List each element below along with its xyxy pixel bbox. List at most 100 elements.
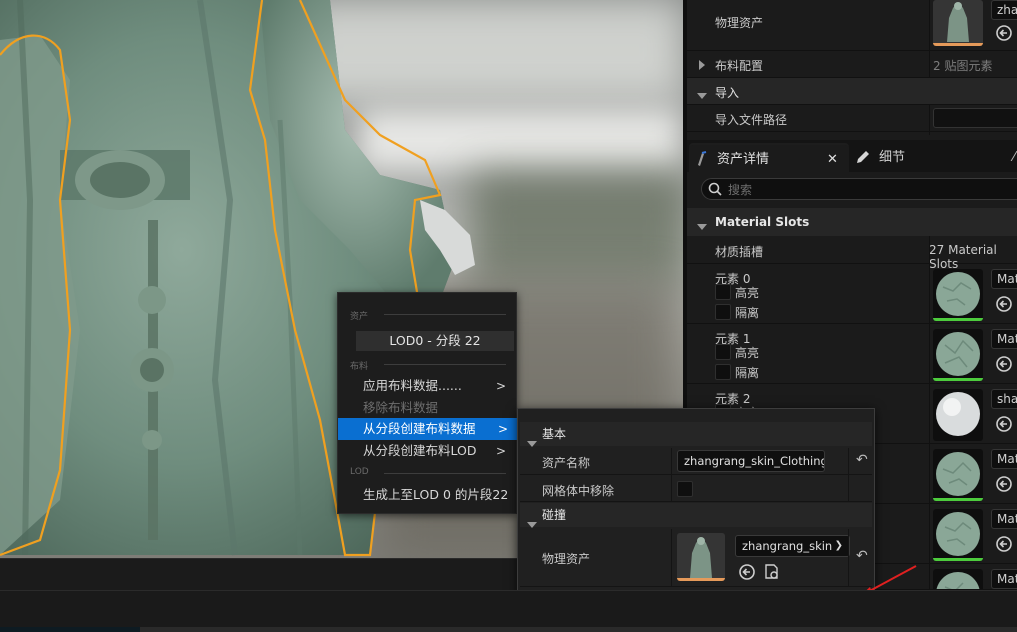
- physics-asset-name-field[interactable]: zhai: [991, 0, 1017, 20]
- material-name-field[interactable]: Mate: [991, 329, 1017, 349]
- physics-asset-thumbnail[interactable]: [677, 533, 725, 581]
- material-sphere-icon: [936, 512, 980, 556]
- menu-item-remove-cloth-data: 移除布料数据: [338, 397, 516, 419]
- use-selected-arrow-icon[interactable]: [995, 475, 1013, 493]
- browse-to-asset-icon[interactable]: [763, 563, 781, 581]
- tab-asset-details[interactable]: 资产详情 ✕: [689, 143, 849, 172]
- physics-asset-row: 物理资产 zhangrang_skin ❯ ↶: [520, 529, 872, 587]
- material-name-field[interactable]: Mate: [991, 269, 1017, 289]
- material-name-field[interactable]: Mate: [991, 449, 1017, 469]
- use-selected-arrow-icon[interactable]: [995, 295, 1013, 313]
- isolate-label: 隔离: [735, 366, 760, 380]
- material-thumbnail[interactable]: [933, 449, 983, 501]
- reset-to-default-icon[interactable]: ↶: [856, 548, 868, 564]
- column-divider: [848, 448, 849, 475]
- lod-section-title: LOD0 - 分段 22: [356, 331, 514, 351]
- import-path-field[interactable]: [933, 108, 1017, 128]
- character-thumbnail-icon: [677, 533, 725, 578]
- isolate-checkbox[interactable]: [715, 304, 731, 320]
- physics-asset-thumbnail[interactable]: [933, 0, 983, 46]
- highlight-label: 高亮: [735, 286, 760, 300]
- highlight-checkbox[interactable]: [715, 284, 731, 300]
- physics-asset-dropdown[interactable]: zhangrang_skin ❯: [735, 535, 850, 557]
- use-selected-arrow-icon[interactable]: [995, 415, 1013, 433]
- material-sphere-icon: [936, 272, 980, 316]
- material-thumbnail[interactable]: [933, 509, 983, 561]
- highlight-checkbox[interactable]: [715, 344, 731, 360]
- asset-details-icon: [698, 151, 707, 166]
- material-slot-element-1: 元素 1 高亮 隔离 Mate: [687, 324, 1017, 384]
- import-section-header[interactable]: 导入: [687, 78, 1017, 105]
- basic-section-title: 基本: [542, 427, 567, 441]
- material-thumbnail[interactable]: [933, 269, 983, 321]
- tab-menu-icon[interactable]: ⁄: [1013, 143, 1015, 172]
- bottom-strip: [0, 627, 1017, 632]
- use-selected-arrow-icon[interactable]: [738, 563, 756, 581]
- menu-item-generate-lod[interactable]: 生成上至LOD 0 的片段22: [338, 484, 516, 506]
- physics-asset-row: 物理资产 zhai: [687, 0, 1017, 51]
- collapse-arrow-icon[interactable]: [697, 219, 707, 233]
- material-slots-row: 材质插槽 27 Material Slots: [687, 236, 1017, 271]
- expand-arrow-icon[interactable]: [699, 59, 705, 73]
- cloth-config-row[interactable]: 布料配置 2 贴图元素: [687, 51, 1017, 78]
- menu-item-label: 从分段创建布料LOD: [363, 443, 477, 458]
- asset-name-label: 资产名称: [542, 456, 591, 470]
- submenu-arrow-icon: >: [495, 379, 506, 393]
- material-thumbnail[interactable]: [933, 389, 983, 441]
- highlight-label: 高亮: [735, 346, 760, 360]
- menu-item-apply-cloth-data[interactable]: 应用布料数据...... >: [338, 375, 516, 397]
- pencil-icon: [857, 151, 869, 163]
- material-thumbnail[interactable]: [933, 569, 983, 589]
- material-sphere-icon: [936, 572, 980, 589]
- remove-from-mesh-checkbox[interactable]: [677, 481, 693, 497]
- use-selected-arrow-icon[interactable]: [995, 24, 1013, 42]
- asset-name-row: 资产名称 zhangrang_skin_Clothing ↶: [520, 448, 872, 475]
- material-name-field[interactable]: shad: [991, 389, 1017, 409]
- physics-asset-value: zhangrang_skin: [742, 539, 833, 553]
- character-thumbnail-icon: [933, 0, 983, 43]
- material-slots-label: 材质插槽: [715, 245, 764, 259]
- menu-item-create-cloth-from-section[interactable]: 从分段创建布料数据 >: [338, 418, 518, 440]
- material-name-field[interactable]: Mate: [991, 569, 1017, 589]
- collision-section-title: 碰撞: [542, 508, 567, 522]
- menu-separator: [384, 314, 506, 315]
- material-status-bar: [933, 378, 983, 381]
- physics-asset-label: 物理资产: [542, 552, 591, 566]
- section-context-menu: 资产 LOD0 - 分段 22 布料 应用布料数据...... > 移除布料数据…: [337, 292, 518, 514]
- tab-details[interactable]: 细节 ⁄: [853, 143, 1017, 172]
- search-placeholder: 搜索: [728, 183, 753, 197]
- physics-asset-label: 物理资产: [715, 16, 764, 30]
- cloth-config-label: 布料配置: [715, 59, 764, 73]
- reset-to-default-icon[interactable]: ↶: [856, 452, 868, 468]
- material-status-bar: [933, 318, 983, 321]
- menu-section-lod: LOD: [350, 467, 369, 477]
- chevron-down-icon: ❯: [834, 540, 843, 551]
- tab-asset-details-label: 资产详情: [717, 152, 770, 167]
- isolate-checkbox[interactable]: [715, 364, 731, 380]
- cloth-config-value: 2 贴图元素: [933, 59, 993, 73]
- column-divider: [671, 448, 672, 475]
- menu-separator: [384, 364, 506, 365]
- material-sphere-icon: [936, 332, 980, 376]
- viewport-toolbar: [0, 558, 520, 590]
- material-name-field[interactable]: Mate: [991, 509, 1017, 529]
- submenu-arrow-icon: >: [495, 444, 506, 458]
- use-selected-arrow-icon[interactable]: [995, 355, 1013, 373]
- menu-item-label: 从分段创建布料数据: [363, 421, 476, 436]
- column-divider: [848, 475, 849, 502]
- collapse-arrow-icon[interactable]: [697, 88, 707, 102]
- close-tab-icon[interactable]: ✕: [827, 145, 838, 174]
- material-thumbnail[interactable]: [933, 329, 983, 381]
- menu-item-create-cloth-lod[interactable]: 从分段创建布料LOD >: [338, 440, 516, 462]
- import-section-title: 导入: [715, 86, 740, 100]
- material-slots-title: Material Slots: [715, 215, 810, 229]
- material-slots-header[interactable]: Material Slots: [687, 208, 1017, 236]
- asset-name-input[interactable]: zhangrang_skin_Clothing: [677, 450, 825, 472]
- tab-details-label: 细节: [879, 150, 906, 165]
- details-tabbar: 资产详情 ✕ 细节 ⁄: [687, 140, 1017, 172]
- collision-section-header[interactable]: 碰撞: [520, 503, 872, 528]
- submenu-arrow-icon: >: [497, 422, 508, 436]
- details-search-input[interactable]: 搜索: [701, 178, 1017, 200]
- basic-section-header[interactable]: 基本: [520, 422, 872, 447]
- use-selected-arrow-icon[interactable]: [995, 535, 1013, 553]
